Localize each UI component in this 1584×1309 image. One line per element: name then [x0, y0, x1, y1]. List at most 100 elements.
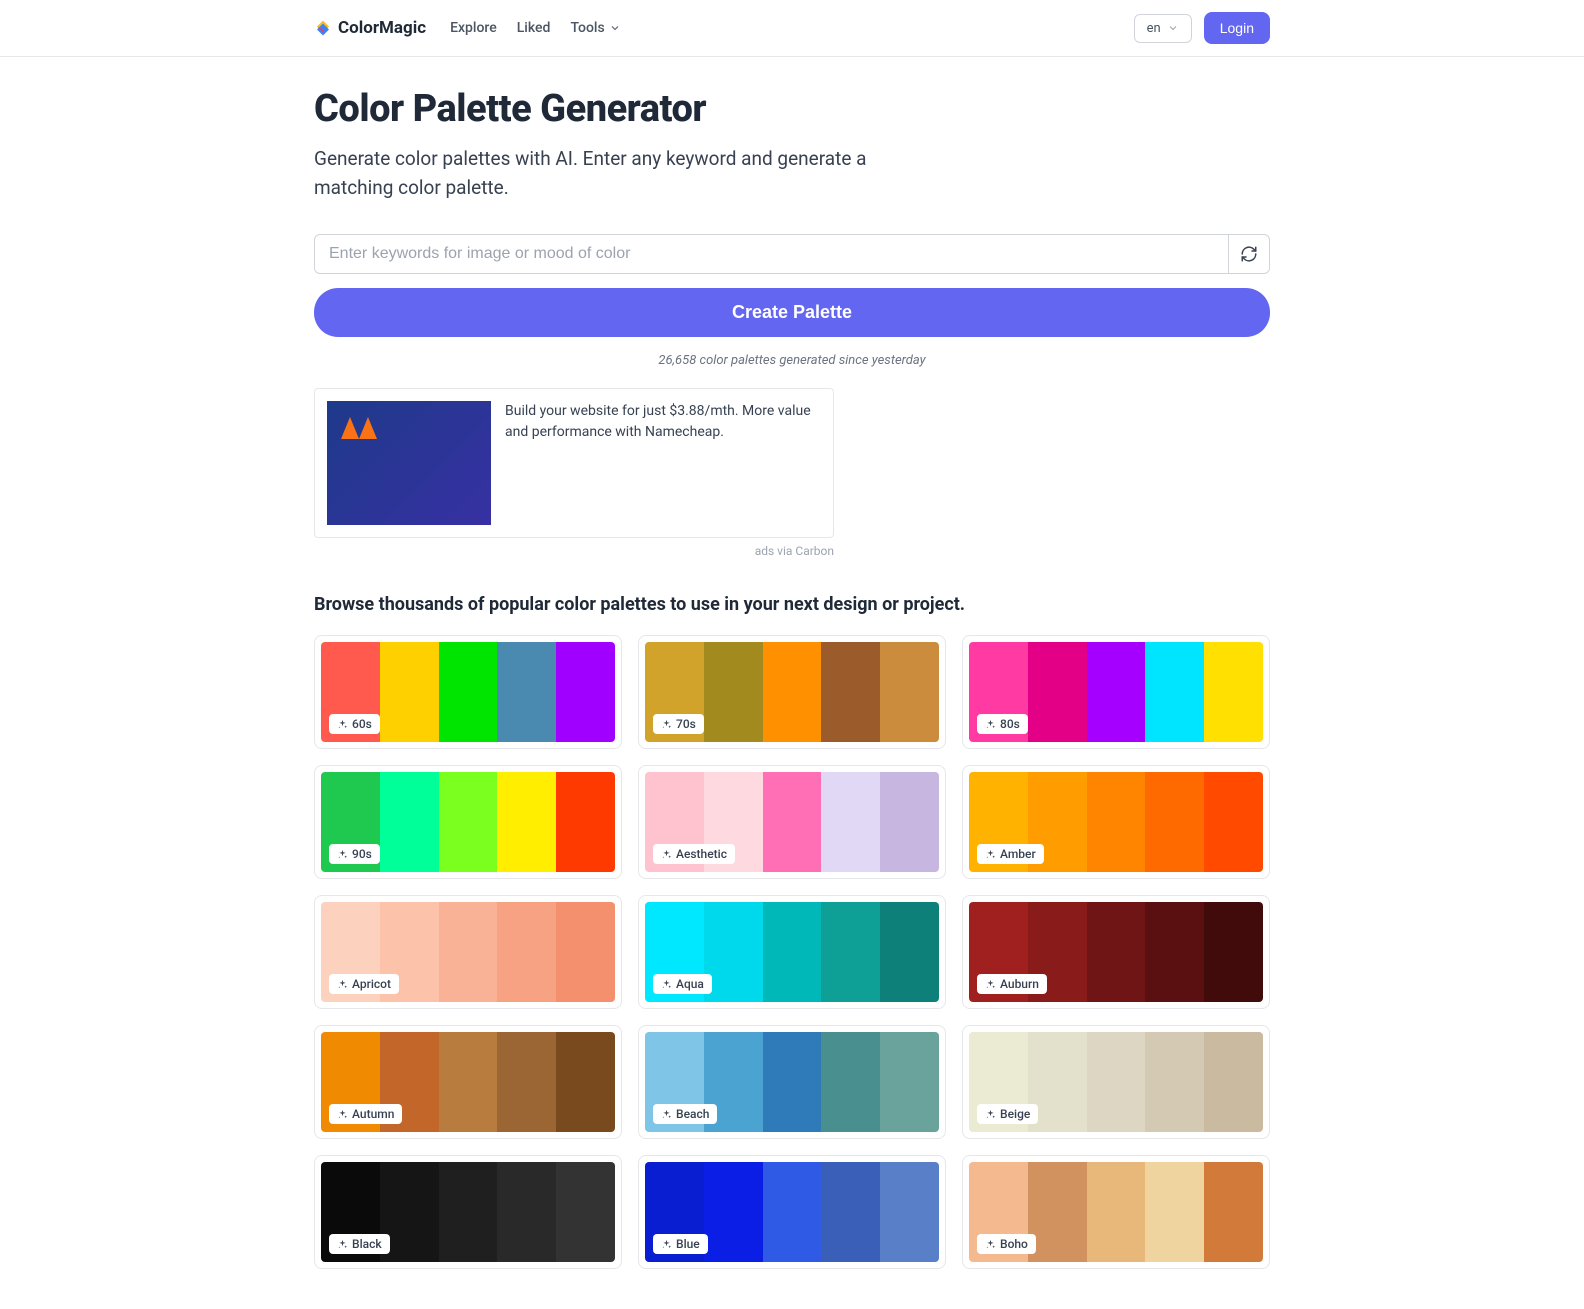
ad-image	[327, 401, 491, 525]
login-button[interactable]: Login	[1204, 12, 1270, 44]
palette-card[interactable]: 70s	[638, 635, 946, 749]
palette-swatches: Auburn	[969, 902, 1263, 1002]
color-swatch	[821, 1032, 880, 1132]
palette-name: Beige	[1000, 1107, 1030, 1121]
palette-name: 80s	[1000, 717, 1020, 731]
color-swatch	[380, 642, 439, 742]
keyword-input[interactable]	[314, 234, 1228, 274]
palette-name: Boho	[1000, 1237, 1028, 1251]
logo[interactable]: ColorMagic	[314, 18, 426, 38]
palette-label: 90s	[329, 844, 380, 864]
color-swatch	[880, 1032, 939, 1132]
palette-label: 70s	[653, 714, 704, 734]
sparkle-icon	[661, 719, 672, 730]
palette-card[interactable]: Amber	[962, 765, 1270, 879]
color-swatch	[556, 902, 615, 1002]
create-palette-button[interactable]: Create Palette	[314, 288, 1270, 337]
color-swatch	[704, 902, 763, 1002]
palette-card[interactable]: Black	[314, 1155, 622, 1269]
color-swatch	[497, 902, 556, 1002]
palette-label: Beach	[653, 1104, 717, 1124]
header: ColorMagic Explore Liked Tools en Login	[0, 0, 1584, 57]
palette-swatches: Autumn	[321, 1032, 615, 1132]
color-swatch	[880, 772, 939, 872]
palette-label: Black	[329, 1234, 390, 1254]
color-swatch	[880, 902, 939, 1002]
color-swatch	[1145, 1162, 1204, 1262]
color-swatch	[439, 642, 498, 742]
palette-card[interactable]: 60s	[314, 635, 622, 749]
color-swatch	[763, 642, 822, 742]
color-swatch	[704, 1162, 763, 1262]
sparkle-icon	[337, 1109, 348, 1120]
sparkle-icon	[985, 719, 996, 730]
ad-box[interactable]: Build your website for just $3.88/mth. M…	[314, 388, 834, 538]
palette-card[interactable]: Beach	[638, 1025, 946, 1139]
sparkle-icon	[985, 1239, 996, 1250]
sparkle-icon	[337, 849, 348, 860]
color-swatch	[1087, 642, 1146, 742]
palette-card[interactable]: 90s	[314, 765, 622, 879]
color-swatch	[1087, 772, 1146, 872]
color-swatch	[439, 1032, 498, 1132]
color-swatch	[1028, 1162, 1087, 1262]
color-swatch	[439, 1162, 498, 1262]
color-swatch	[763, 902, 822, 1002]
palette-label: Aesthetic	[653, 844, 735, 864]
keyword-input-row	[314, 234, 1270, 274]
palette-card[interactable]: Aesthetic	[638, 765, 946, 879]
palette-swatches: Black	[321, 1162, 615, 1262]
palette-swatches: Boho	[969, 1162, 1263, 1262]
palette-name: 60s	[352, 717, 372, 731]
palette-card[interactable]: Beige	[962, 1025, 1270, 1139]
color-swatch	[1145, 772, 1204, 872]
palette-swatches: 90s	[321, 772, 615, 872]
palette-swatches: 80s	[969, 642, 1263, 742]
color-swatch	[556, 772, 615, 872]
color-swatch	[1087, 902, 1146, 1002]
chevron-down-icon	[1167, 22, 1179, 34]
color-swatch	[880, 642, 939, 742]
palette-swatches: Amber	[969, 772, 1263, 872]
color-swatch	[1204, 772, 1263, 872]
palette-label: Blue	[653, 1234, 708, 1254]
color-swatch	[497, 772, 556, 872]
palette-swatches: Blue	[645, 1162, 939, 1262]
palette-label: Apricot	[329, 974, 399, 994]
palette-card[interactable]: Aqua	[638, 895, 946, 1009]
nav-liked[interactable]: Liked	[517, 20, 551, 36]
color-swatch	[556, 1032, 615, 1132]
refresh-icon	[1240, 245, 1258, 263]
sparkle-icon	[337, 979, 348, 990]
color-swatch	[556, 642, 615, 742]
color-swatch	[763, 1162, 822, 1262]
color-swatch	[497, 1162, 556, 1262]
sparkle-icon	[661, 1239, 672, 1250]
palette-name: Aqua	[676, 977, 704, 991]
palette-name: 70s	[676, 717, 696, 731]
palette-card[interactable]: Auburn	[962, 895, 1270, 1009]
language-select[interactable]: en	[1134, 14, 1192, 43]
palette-label: Amber	[977, 844, 1044, 864]
main-nav: Explore Liked Tools	[450, 20, 621, 36]
sparkle-icon	[661, 1109, 672, 1120]
sparkle-icon	[661, 979, 672, 990]
ad-text: Build your website for just $3.88/mth. M…	[505, 401, 821, 525]
refresh-button[interactable]	[1228, 234, 1270, 274]
color-swatch	[821, 642, 880, 742]
color-swatch	[704, 642, 763, 742]
nav-explore[interactable]: Explore	[450, 20, 497, 36]
sparkle-icon	[985, 849, 996, 860]
palette-card[interactable]: Blue	[638, 1155, 946, 1269]
nav-tools[interactable]: Tools	[570, 20, 620, 36]
page-title: Color Palette Generator	[314, 87, 1270, 131]
color-swatch	[1087, 1162, 1146, 1262]
palette-card[interactable]: Boho	[962, 1155, 1270, 1269]
color-swatch	[1145, 642, 1204, 742]
color-swatch	[497, 1032, 556, 1132]
palette-card[interactable]: Apricot	[314, 895, 622, 1009]
main-content: Color Palette Generator Generate color p…	[314, 57, 1270, 1309]
palette-card[interactable]: Autumn	[314, 1025, 622, 1139]
sparkle-icon	[661, 849, 672, 860]
palette-card[interactable]: 80s	[962, 635, 1270, 749]
